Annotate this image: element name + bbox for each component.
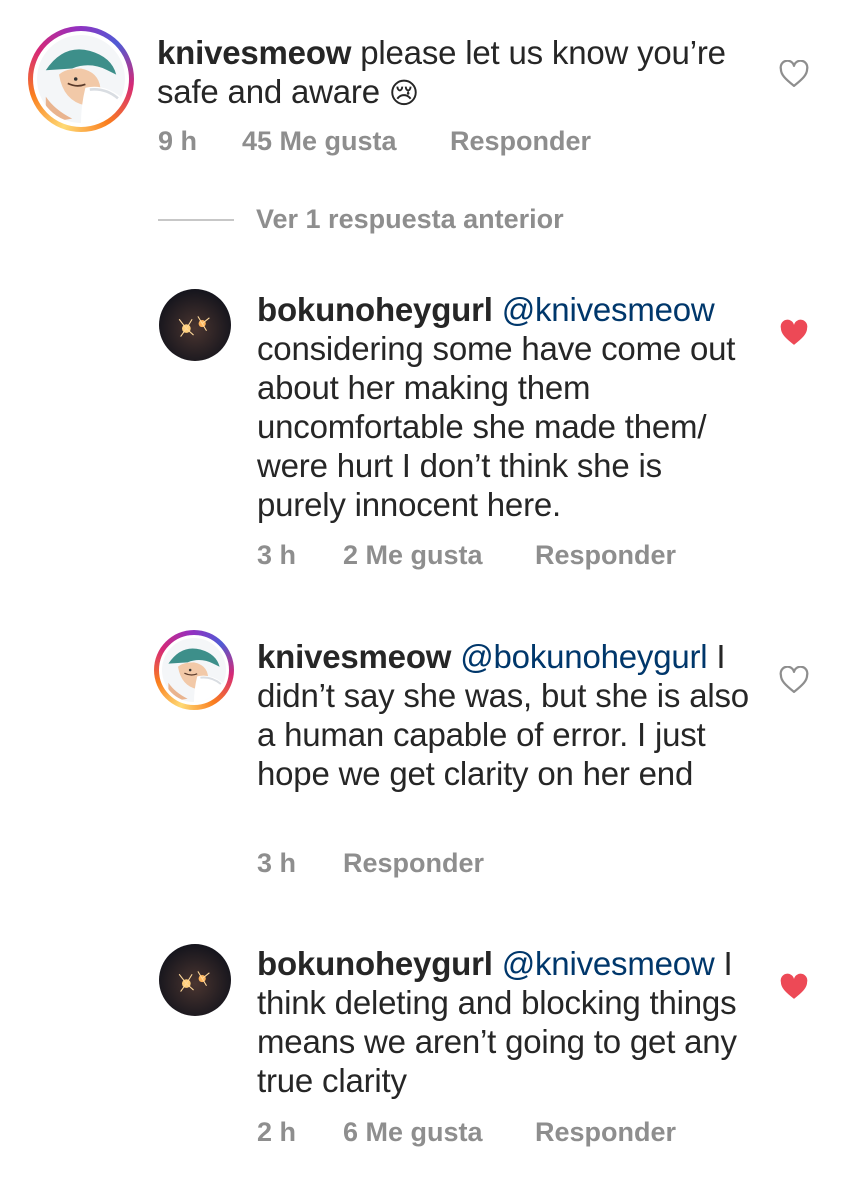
crying-face-emoji: 😢 [388,78,419,110]
heart-outline-icon[interactable] [779,60,809,88]
reply-button[interactable]: Responder [535,540,676,571]
comment-likes[interactable]: 45 Me gusta [242,126,450,157]
comment-likes[interactable]: 2 Me gusta [343,540,535,571]
comment-time: 9 h [158,126,198,156]
reply-button[interactable]: Responder [450,126,591,157]
sparkler-avatar-icon [159,289,231,361]
comment-username[interactable]: knivesmeow [257,638,451,675]
comment-time: 3 h [257,848,297,878]
heart-outline-icon[interactable] [779,666,809,694]
heart-filled-icon[interactable] [779,319,809,347]
avatar-bokunoheygurl[interactable] [159,944,231,1016]
comment-mention[interactable]: @knivesmeow [502,291,715,328]
avatar-knivesmeow[interactable] [28,26,134,132]
anime-avatar-icon [162,638,226,702]
comment-time: 3 h [257,540,297,570]
comment-likes[interactable]: 6 Me gusta [343,1117,535,1148]
view-replies-label[interactable]: Ver 1 respuesta anterior [256,204,564,235]
reply-button[interactable]: Responder [535,1117,676,1148]
comment-username[interactable]: bokunoheygurl [257,291,493,328]
heart-filled-icon[interactable] [779,973,809,1001]
avatar-bokunoheygurl[interactable] [159,289,231,361]
divider-line [158,218,234,221]
comment-username[interactable]: bokunoheygurl [257,945,493,982]
sparkler-avatar-icon [159,944,231,1016]
comment-text: considering some have come out about her… [257,330,736,523]
comment-username[interactable]: knivesmeow [157,34,351,71]
reply-button[interactable]: Responder [343,848,484,879]
view-previous-replies[interactable]: Ver 1 respuesta anterior [158,204,564,235]
comment-mention[interactable]: @knivesmeow [502,945,715,982]
avatar-knivesmeow[interactable] [154,630,234,710]
comment-time: 2 h [257,1117,297,1147]
anime-avatar-icon [37,35,125,123]
comment-mention[interactable]: @bokunoheygurl [460,638,707,675]
